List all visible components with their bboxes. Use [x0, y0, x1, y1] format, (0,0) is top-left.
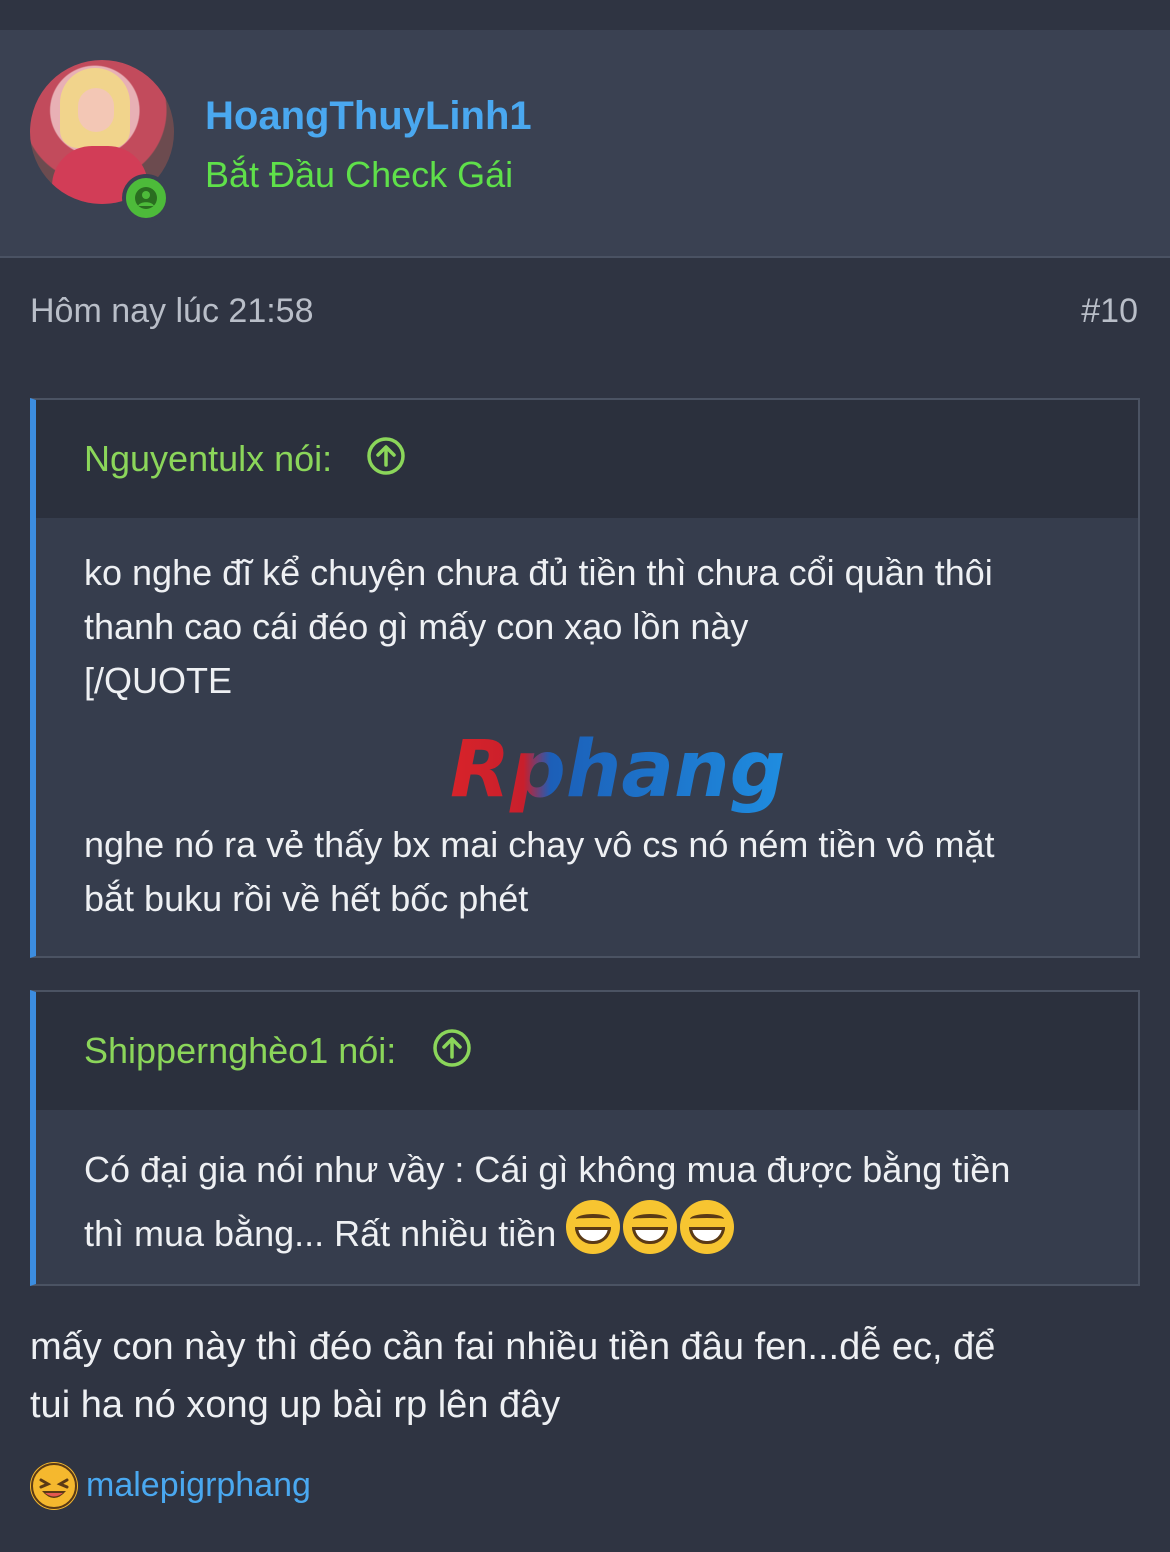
quote-content: ko nghe đĩ kể chuyện chưa đủ tiền thì ch…	[36, 518, 1138, 926]
quote-line: Có đại gia nói như vầy : Cái gì không mu…	[84, 1149, 1011, 1190]
quote-line: thanh cao cái đéo gì mấy con xạo lồn này	[84, 606, 749, 647]
quote-header: Shippernghèo1 nói:	[36, 992, 1138, 1110]
avatar-face	[78, 88, 114, 132]
online-user-icon	[135, 187, 157, 209]
grinning-face-emoji	[680, 1200, 735, 1254]
quote-line: bắt buku rồi về hết bốc phét	[84, 878, 529, 919]
post-message: mấy con này thì đéo cần fai nhiều tiền đ…	[30, 1318, 1140, 1434]
quote-content: Có đại gia nói như vầy : Cái gì không mu…	[36, 1110, 1138, 1264]
quote-line: nghe nó ra vẻ thấy bx mai chay vô cs nó …	[84, 824, 995, 865]
post-number-link[interactable]: #10	[1081, 292, 1138, 331]
grinning-face-emoji	[566, 1200, 621, 1254]
quote-author-link[interactable]: Shippernghèo1 nói:	[84, 1030, 396, 1072]
post-message-line: tui ha nó xong up bài rp lên đây	[30, 1384, 561, 1426]
quote-author-link[interactable]: Nguyentulx nói:	[84, 438, 332, 480]
user-title: Bắt Đầu Check Gái	[205, 154, 514, 195]
quote-line: thì mua bằng... Rất nhiều tiền	[84, 1200, 1090, 1264]
username-link[interactable]: HoangThuyLinh1	[205, 94, 532, 139]
post-user-header: HoangThuyLinh1 Bắt Đầu Check Gái	[0, 30, 1170, 258]
arrow-up-circle-icon[interactable]	[432, 1028, 472, 1068]
quote-header: Nguyentulx nói:	[36, 400, 1138, 518]
arrow-up-circle-icon[interactable]	[366, 436, 406, 476]
quote-line-text: thì mua bằng... Rất nhiều tiền	[84, 1213, 557, 1254]
quote-block: Nguyentulx nói: ko nghe đĩ kể chuyện chư…	[30, 398, 1140, 958]
quote-line: ko nghe đĩ kể chuyện chưa đủ tiền thì ch…	[84, 552, 993, 593]
post-message-line: mấy con này thì đéo cần fai nhiều tiền đ…	[30, 1326, 996, 1368]
reaction-user-link[interactable]: malepigrphang	[86, 1466, 311, 1505]
svg-text:Rphang: Rphang	[450, 734, 785, 815]
rphang-watermark-logo: Rphang	[450, 734, 785, 815]
post-timestamp[interactable]: Hôm nay lúc 21:58	[30, 292, 314, 331]
online-status-badge	[122, 174, 170, 222]
top-strip	[0, 0, 1170, 30]
laughing-reaction-icon	[30, 1462, 78, 1510]
quote-block: Shippernghèo1 nói: Có đại gia nói như vầ…	[30, 990, 1140, 1286]
quote-line: [/QUOTE	[84, 660, 233, 701]
grinning-face-emoji	[623, 1200, 678, 1254]
